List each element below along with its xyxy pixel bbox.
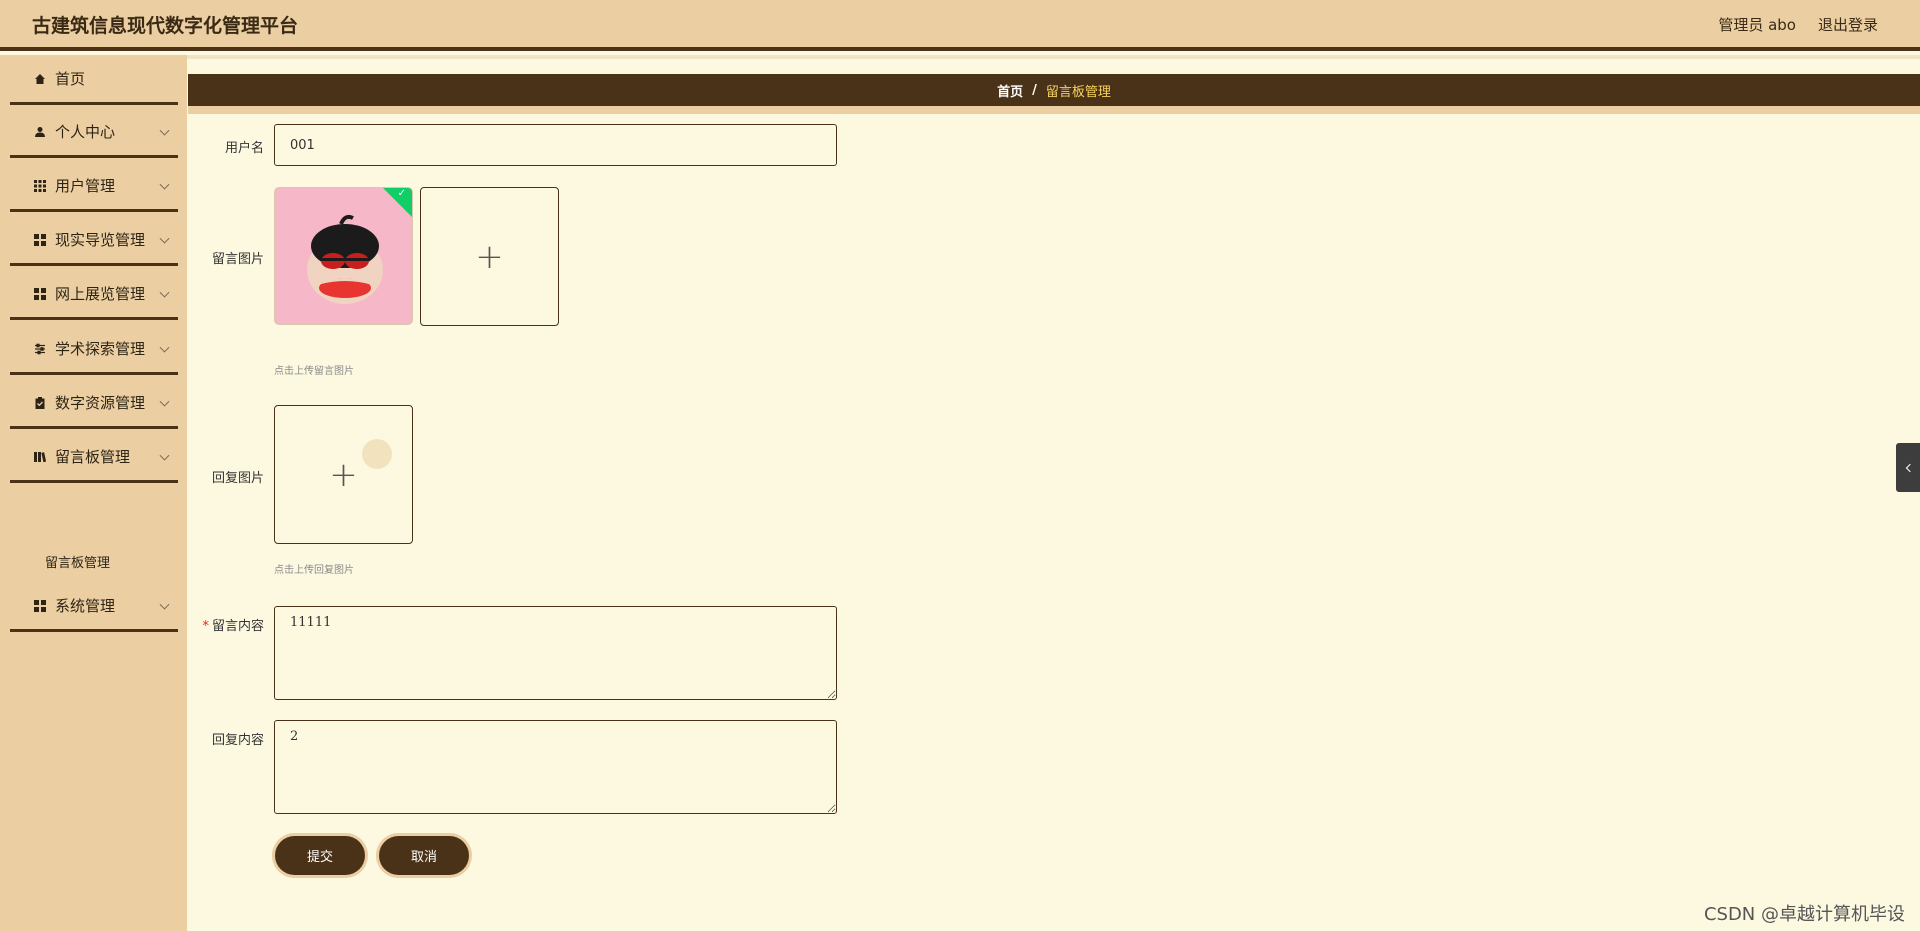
person-icon xyxy=(33,125,47,139)
breadcrumb-home[interactable]: 首页 xyxy=(997,81,1023,100)
breadcrumb-separator: / xyxy=(1032,82,1037,98)
breadcrumb: 首页 / 留言板管理 xyxy=(188,74,1920,106)
chevron-down-icon xyxy=(159,125,170,136)
sidebar-item-system-management[interactable]: 系统管理 xyxy=(10,582,178,632)
message-image-upload-button[interactable]: + xyxy=(420,187,559,326)
sidebar-item-label: 学术探索管理 xyxy=(55,340,146,358)
sliders-icon xyxy=(33,342,47,356)
plus-icon: + xyxy=(475,236,504,277)
sidebar-item-label: 留言板管理 xyxy=(55,448,131,466)
sidebar-item-home[interactable]: 首页 xyxy=(10,55,178,105)
chevron-down-icon xyxy=(159,396,170,407)
sidebar-item-personal-center[interactable]: 个人中心 xyxy=(10,108,178,158)
apps-icon xyxy=(33,233,47,247)
reply-content-textarea[interactable]: 2 xyxy=(274,720,837,814)
sidebar-item-label: 网上展览管理 xyxy=(55,285,146,303)
reply-image-label: 回复图片 xyxy=(211,471,264,486)
sidebar-item-label: 个人中心 xyxy=(55,123,116,141)
book-icon xyxy=(33,450,47,464)
breadcrumb-divider xyxy=(188,106,1920,114)
apps-icon xyxy=(33,599,47,613)
sidebar-item-resource-management[interactable]: 数字资源管理 xyxy=(10,379,178,429)
chevron-left-icon xyxy=(1905,463,1914,472)
required-mark: * xyxy=(202,619,209,634)
sidebar-item-exhibition-management[interactable]: 网上展览管理 xyxy=(10,270,178,320)
check-icon: ✓ xyxy=(397,188,406,199)
sidebar-item-academic-management[interactable]: 学术探索管理 xyxy=(10,325,178,375)
chevron-down-icon xyxy=(159,233,170,244)
message-image-tip: 点击上传留言图片 xyxy=(274,366,354,377)
sidebar-item-tour-management[interactable]: 现实导览管理 xyxy=(10,216,178,266)
sidebar-item-label: 用户管理 xyxy=(55,177,116,195)
sidebar-menu: 首页 个人中心 用户管理 现实导览管理 网上展览管理 学术探索管理 数字资源管理… xyxy=(0,55,187,931)
sidebar-item-label: 数字资源管理 xyxy=(55,394,146,412)
submit-button[interactable]: 提交 xyxy=(275,836,365,875)
submenu-item-message-board[interactable]: 留言板管理 xyxy=(45,552,110,571)
mouse-cursor-highlight xyxy=(362,439,392,469)
sidebar-item-user-management[interactable]: 用户管理 xyxy=(10,162,178,212)
home-icon xyxy=(33,72,47,86)
breadcrumb-current: 留言板管理 xyxy=(1045,84,1111,100)
cancel-button[interactable]: 取消 xyxy=(379,836,469,875)
chevron-down-icon xyxy=(159,599,170,610)
chevron-down-icon xyxy=(159,179,170,190)
reply-content-label: 回复内容 xyxy=(211,733,264,748)
plus-icon: + xyxy=(329,454,358,495)
username-input[interactable] xyxy=(274,124,837,166)
message-content-label: * 留言内容 xyxy=(184,615,264,634)
username-label: 用户名 xyxy=(224,141,264,156)
admin-user-label: 管理员 abo xyxy=(1718,16,1796,34)
reply-image-tip: 点击上传回复图片 xyxy=(274,565,354,576)
apps-icon xyxy=(33,287,47,301)
message-image-label: 留言图片 xyxy=(211,252,264,267)
chevron-down-icon xyxy=(159,450,170,461)
sidebar-item-label: 首页 xyxy=(55,70,86,88)
reply-image-upload-button[interactable]: + xyxy=(274,405,413,544)
message-image-thumbnail[interactable]: ✓ xyxy=(274,187,413,325)
chevron-down-icon xyxy=(159,342,170,353)
collapse-panel-toggle[interactable] xyxy=(1896,443,1920,492)
top-header: 古建筑信息现代数字化管理平台 管理员 abo 退出登录 xyxy=(0,0,1920,51)
message-content-textarea[interactable]: 11111 xyxy=(274,606,837,700)
monkey-avatar-image xyxy=(275,188,412,324)
watermark: CSDN @卓越计算机毕设 xyxy=(1703,904,1905,925)
logout-link[interactable]: 退出登录 xyxy=(1818,14,1878,35)
app-title: 古建筑信息现代数字化管理平台 xyxy=(32,15,299,37)
sidebar-item-label: 现实导览管理 xyxy=(55,231,146,249)
grid-icon xyxy=(33,179,47,193)
clipboard-icon xyxy=(33,396,47,410)
sidebar-item-message-board-management[interactable]: 留言板管理 xyxy=(10,433,178,483)
chevron-down-icon xyxy=(159,287,170,298)
sidebar-item-label: 系统管理 xyxy=(55,597,116,615)
message-content-label-text: 留言内容 xyxy=(211,619,264,634)
